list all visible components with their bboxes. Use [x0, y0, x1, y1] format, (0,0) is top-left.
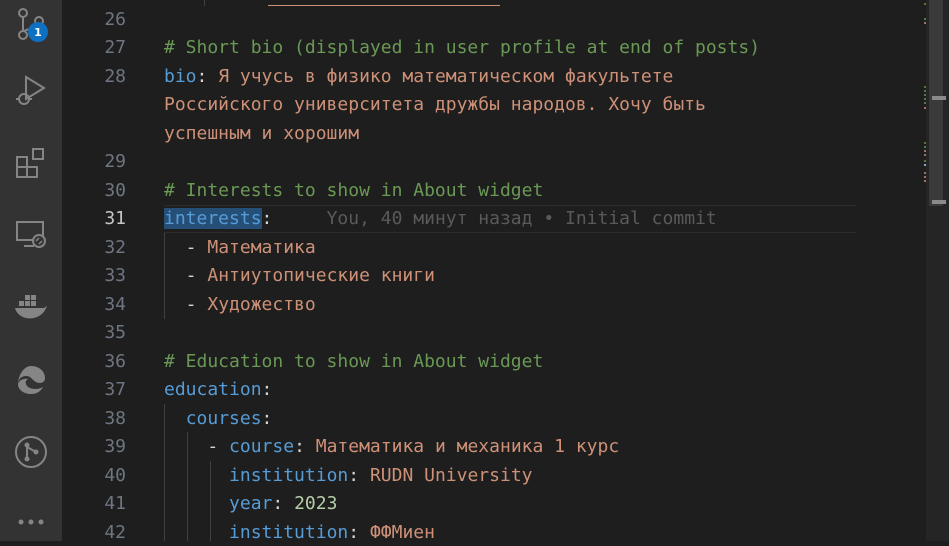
code-line: institution: RUDN University: [229, 465, 533, 486]
yaml-value: Математика и механика 1 курс: [315, 436, 620, 457]
yaml-key: education: [164, 379, 262, 400]
line-number: 36: [104, 351, 126, 372]
code-editor[interactable]: 26 27 28 29 30 31 32 33 34 35 36 37 38 3…: [62, 0, 949, 541]
list-item: - Математика: [164, 237, 316, 258]
line-number: 27: [104, 37, 126, 58]
run-debug-icon[interactable]: [0, 66, 62, 114]
code-comment: # Short bio (displayed in user profile a…: [164, 37, 761, 58]
line-number: 33: [104, 265, 126, 286]
line-number: 28: [104, 66, 126, 87]
code-line: courses:: [185, 408, 273, 429]
yaml-key: bio: [164, 66, 197, 87]
line-number: 38: [104, 408, 126, 429]
list-item-value: Антиутопические книги: [207, 265, 435, 286]
line-number: 41: [104, 493, 126, 514]
list-item: - Художество: [164, 294, 316, 315]
code-line: year: 2023: [229, 493, 338, 514]
docker-icon[interactable]: [0, 282, 62, 330]
extensions-icon[interactable]: [0, 138, 62, 186]
line-number: 29: [104, 151, 126, 172]
line-number: 39: [104, 436, 126, 457]
code-line: institution: ФФМиен: [229, 522, 435, 541]
scrollbar-marker: [932, 96, 946, 100]
git-blame-annotation: You, 40 минут назад • Initial commit: [326, 208, 717, 229]
line-number: 31: [104, 208, 126, 229]
yaml-value: ФФМиен: [369, 522, 435, 541]
line-number: 37: [104, 379, 126, 400]
yaml-value: RUDN University: [369, 465, 533, 486]
yaml-value-wrap: успешным и хорошим: [164, 123, 360, 144]
line-number: 42: [104, 522, 126, 541]
line-number: 30: [104, 180, 126, 201]
yaml-key: course: [229, 436, 295, 457]
line-number: 32: [104, 237, 126, 258]
source-control-icon[interactable]: 1: [0, 0, 62, 48]
yaml-value-wrap: Российского университета дружбы народов.…: [164, 94, 706, 115]
edge-devtools-icon[interactable]: [0, 356, 62, 404]
yaml-key: courses: [185, 408, 262, 429]
vertical-scrollbar[interactable]: [926, 0, 949, 541]
indent-guide: [204, 0, 205, 6]
line-number: 40: [104, 465, 126, 486]
code-comment: # Education to show in About widget: [164, 351, 544, 372]
more-icon[interactable]: [0, 498, 62, 546]
underline-decoration: [268, 5, 500, 6]
list-item-value: Художество: [207, 294, 316, 315]
scrollbar-thumb[interactable]: [929, 0, 943, 206]
remote-explorer-icon[interactable]: [0, 210, 62, 258]
yaml-number: 2023: [294, 493, 338, 514]
source-control-badge: 1: [28, 22, 48, 42]
list-item-value: Математика: [207, 237, 316, 258]
code-line: education:: [164, 379, 273, 400]
list-item: - Антиутопические книги: [164, 265, 435, 286]
line-number: 35: [104, 322, 126, 343]
activity-bar: 1: [0, 0, 62, 541]
scrollbar-marker: [932, 200, 946, 204]
line-number: 26: [104, 9, 126, 30]
code-line: bio: Я учусь в физико математическом фак…: [164, 66, 674, 87]
code-comment: # Interests to show in About widget: [164, 180, 544, 201]
yaml-value: Я учусь в физико математическом факульте…: [218, 66, 674, 87]
yaml-key: year: [229, 493, 273, 514]
git-graph-icon[interactable]: [0, 428, 62, 476]
line-number: 34: [104, 294, 126, 315]
code-line: interests: You, 40 минут назад • Initial…: [164, 208, 717, 229]
code-line: - course: Математика и механика 1 курс: [164, 436, 620, 457]
yaml-key: institution: [229, 465, 349, 486]
yaml-key: institution: [229, 522, 349, 541]
yaml-key-highlighted: interests: [164, 208, 262, 229]
